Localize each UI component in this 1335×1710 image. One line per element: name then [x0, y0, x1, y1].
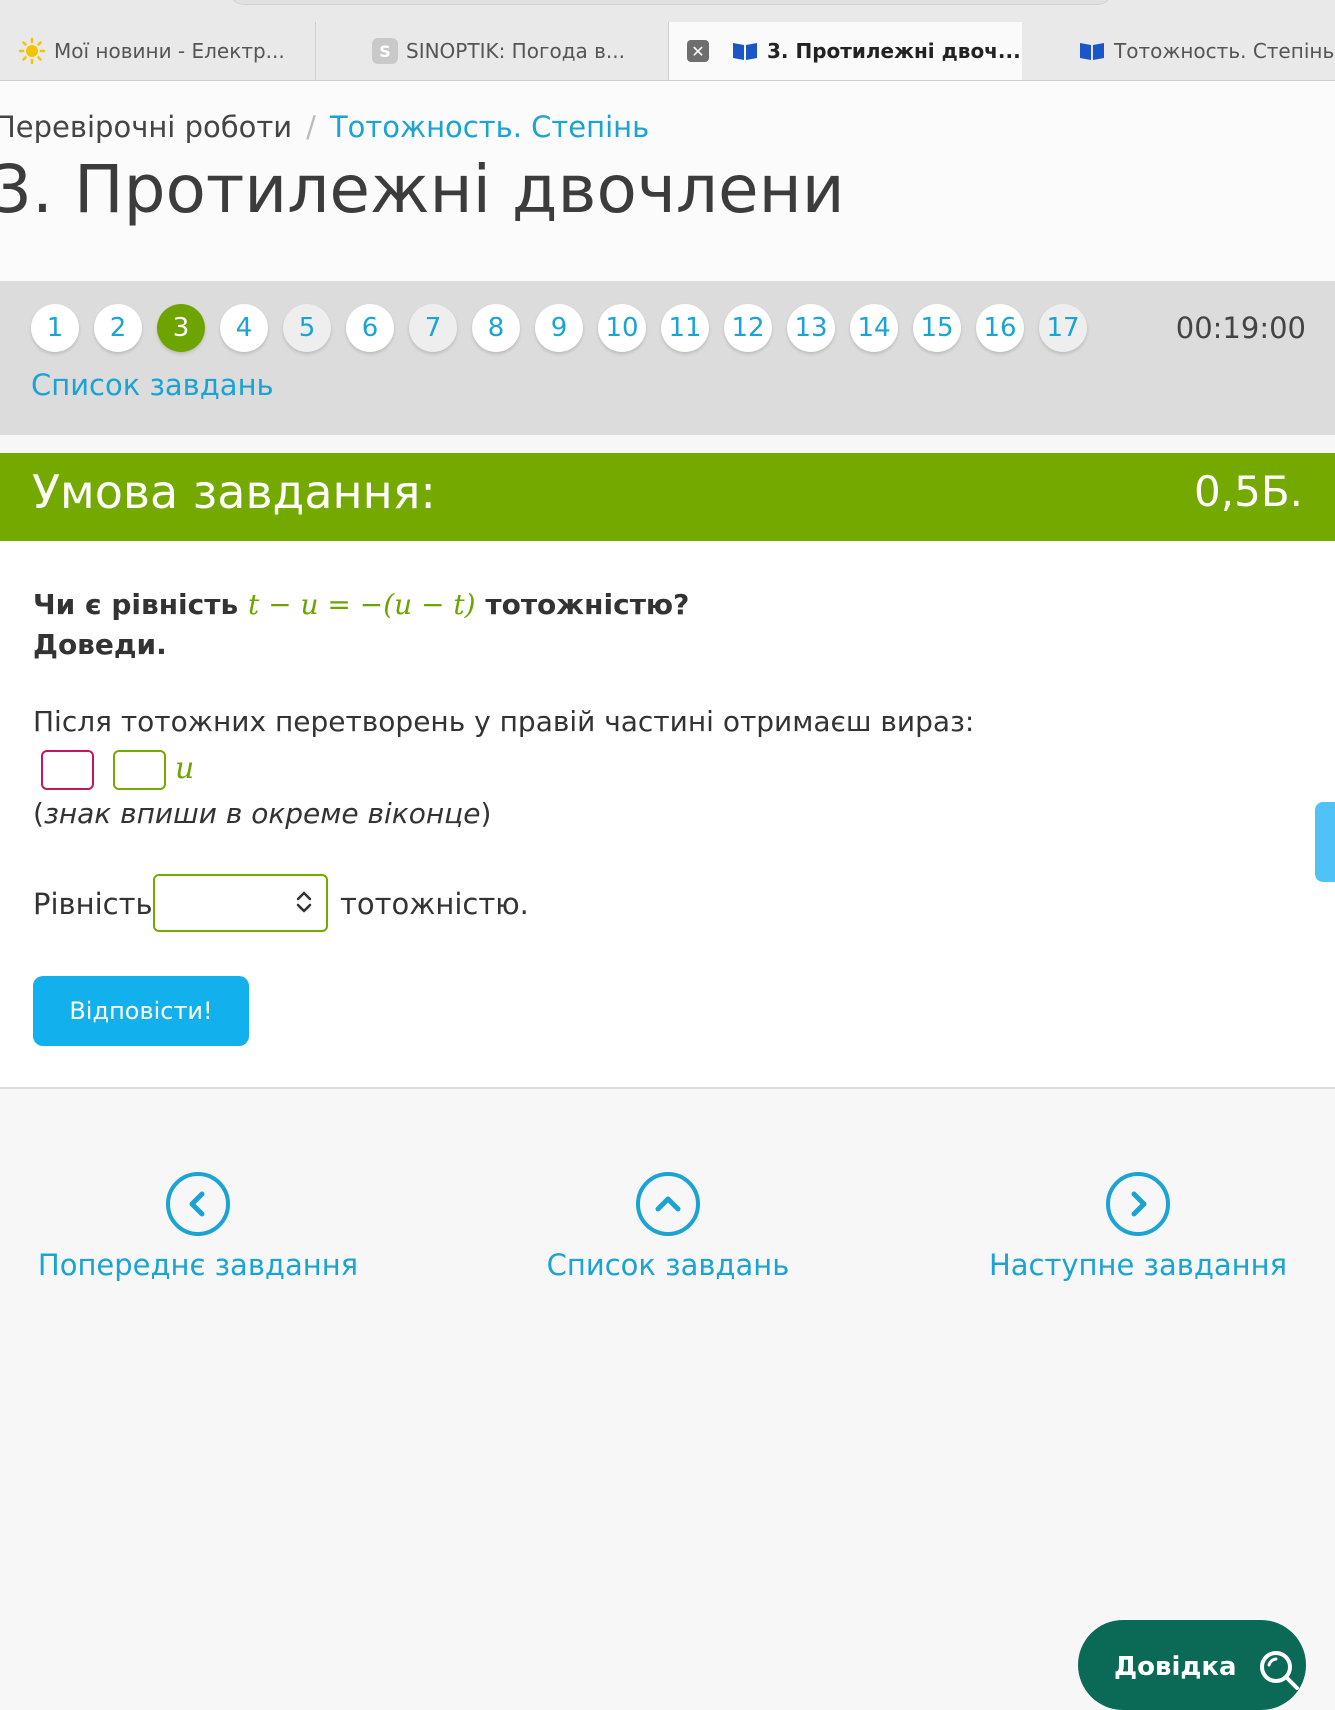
s-icon: S [372, 38, 398, 64]
task-pill-2[interactable]: 2 [94, 304, 142, 352]
hint-text: (знак впиши в окреме віконце) [33, 797, 491, 830]
sun-icon [18, 37, 46, 65]
prev-task-label[interactable]: Попереднє завдання [33, 1248, 363, 1282]
prev-task-nav[interactable]: Попереднє завдання [33, 1172, 363, 1282]
points-badge: 0,5Б. [1194, 467, 1303, 516]
task-pill-15[interactable]: 15 [913, 304, 961, 352]
question-text: Чи є рівність t − u = −(u − t) тотожніст… [33, 585, 689, 665]
task-pill-12[interactable]: 12 [724, 304, 772, 352]
browser-tab-identity[interactable]: Тотожность. Степінь [1022, 22, 1335, 80]
browser-tab-news[interactable]: Мої новини - Електр... [0, 22, 316, 80]
tab-title: SINOPTIK: Погода в... [406, 39, 626, 63]
instruction-text: Після тотожних перетворень у правій част… [33, 705, 975, 738]
task-pill-11[interactable]: 11 [661, 304, 709, 352]
task-list-link[interactable]: Список завдань [31, 368, 274, 402]
next-task-label[interactable]: Наступне завдання [973, 1248, 1303, 1282]
timer: 00:19:00 [1175, 311, 1306, 345]
task-list-nav[interactable]: Список завдань [503, 1172, 833, 1282]
select-arrows-icon [294, 888, 314, 917]
question-after: тотожністю? [485, 588, 690, 621]
task-pill-4[interactable]: 4 [220, 304, 268, 352]
task-nav-panel: 1 2 3 4 5 6 7 8 9 10 11 12 13 14 15 16 1… [0, 281, 1335, 435]
address-bar-edge[interactable] [230, 0, 1112, 5]
breadcrumb-separator: / [306, 110, 316, 144]
tab-title: 3. Протилежні двоч... [767, 39, 1021, 63]
task-pill-9[interactable]: 9 [535, 304, 583, 352]
browser-tab-active[interactable]: ✕ 3. Протилежні двоч... [669, 22, 1022, 80]
browser-tab-strip: Мої новини - Електр... S SINOPTIK: Погод… [0, 0, 1335, 81]
expression-variable: u [175, 751, 195, 786]
equality-select[interactable] [153, 874, 328, 932]
next-task-nav[interactable]: Наступне завдання [973, 1172, 1303, 1282]
tab-title: Мої новини - Електр... [54, 39, 285, 63]
chevron-left-icon[interactable] [166, 1172, 230, 1236]
breadcrumb-current-link[interactable]: Тотожность. Степінь [330, 110, 649, 144]
task-pill-3-current[interactable]: 3 [157, 304, 205, 352]
equality-after-text: тотожністю. [340, 887, 529, 921]
hint-close: ) [480, 797, 492, 830]
condition-title: Умова завдання: [32, 465, 436, 519]
side-feedback-tab[interactable] [1315, 802, 1335, 882]
task-pill-1[interactable]: 1 [31, 304, 79, 352]
breadcrumb-parent[interactable]: Перевірочні роботи [0, 110, 292, 144]
hint-body: знак впиши в окреме віконце [43, 797, 481, 830]
book-icon [1078, 40, 1106, 62]
task-pill-8[interactable]: 8 [472, 304, 520, 352]
task-pill-5[interactable]: 5 [283, 304, 331, 352]
task-body: Чи є рівність t − u = −(u − t) тотожніст… [0, 541, 1335, 1089]
answer-button[interactable]: Відповісти! [33, 976, 249, 1046]
sign-input[interactable] [41, 750, 94, 790]
task-pill-6[interactable]: 6 [346, 304, 394, 352]
tab-title: Тотожность. Степінь [1114, 39, 1335, 63]
question-math: t − u = −(u − t) [247, 588, 476, 621]
task-pill-16[interactable]: 16 [976, 304, 1024, 352]
task-list-label[interactable]: Список завдань [503, 1248, 833, 1282]
help-label: Довідка [1114, 1652, 1237, 1682]
chevron-right-icon[interactable] [1106, 1172, 1170, 1236]
task-pill-13[interactable]: 13 [787, 304, 835, 352]
task-pill-7[interactable]: 7 [409, 304, 457, 352]
book-icon [731, 40, 759, 62]
question-line2: Доведи. [33, 628, 167, 661]
breadcrumb: Перевірочні роботи / Тотожность. Степінь [0, 110, 649, 144]
hint-open: ( [33, 797, 44, 830]
page-title: 3. Протилежні двочлени [0, 151, 845, 228]
task-pill-14[interactable]: 14 [850, 304, 898, 352]
question-before: Чи є рівність [33, 588, 239, 621]
equality-label: Рівність [33, 887, 153, 921]
search-icon [1257, 1648, 1301, 1699]
condition-header: Умова завдання: 0,5Б. [0, 453, 1335, 541]
term-input[interactable] [113, 750, 166, 790]
chevron-up-icon[interactable] [636, 1172, 700, 1236]
task-pill-17[interactable]: 17 [1039, 304, 1087, 352]
close-icon[interactable]: ✕ [687, 40, 709, 62]
help-button[interactable]: Довідка [1078, 1620, 1306, 1710]
task-pill-10[interactable]: 10 [598, 304, 646, 352]
browser-tab-sinoptik[interactable]: S SINOPTIK: Погода в... [316, 22, 669, 80]
